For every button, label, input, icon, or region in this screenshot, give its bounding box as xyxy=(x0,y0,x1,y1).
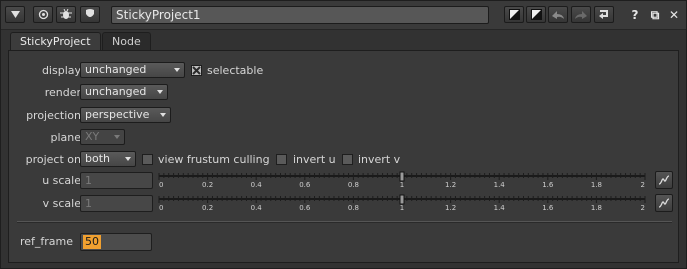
v-scale-slider-tick-label: 1.2 xyxy=(445,204,456,212)
plane-label: plane xyxy=(50,131,81,144)
chevron-down-icon xyxy=(174,68,180,72)
ref-frame-label: ref_frame xyxy=(19,235,73,248)
chevron-down-icon xyxy=(160,113,166,117)
node-name-field[interactable]: StickyProject1 xyxy=(111,6,489,24)
selectable-checkbox[interactable] xyxy=(191,65,202,76)
ref-frame-field[interactable]: 50 xyxy=(80,233,152,251)
display-dropdown[interactable]: unchanged xyxy=(80,62,185,78)
display-value: unchanged xyxy=(85,63,147,76)
chevron-down-icon xyxy=(114,135,120,139)
v-scale-slider-track[interactable]: 0 0.2 0.4 0.6 0.8 1 1.2 1.4 1.6 1.8 2 xyxy=(157,194,649,212)
v-scale-slider-tick-label: 0.6 xyxy=(299,204,311,212)
v-scale-animation-button[interactable] xyxy=(655,194,673,212)
collapse-arrow-icon[interactable] xyxy=(5,6,25,23)
u-scale-field[interactable]: 1 xyxy=(80,172,153,189)
view-frustum-culling-checkbox[interactable] xyxy=(142,154,153,165)
v-scale-slider-tick-label: 0.2 xyxy=(202,204,213,212)
animation-curve-icon xyxy=(658,175,670,185)
tab-stickyproject[interactable]: StickyProject xyxy=(10,32,101,51)
u-scale-slider-tick-label: 0 xyxy=(159,181,163,189)
properties-panel: StickyProject1 ? ⧉ ✕ StickyProject Node … xyxy=(0,0,687,269)
chevron-down-icon xyxy=(157,90,163,94)
u-scale-slider-tick-label: 2 xyxy=(641,181,645,189)
u-scale-slider-tick-label: 1.2 xyxy=(445,181,456,189)
check-icon xyxy=(192,66,201,75)
u-scale-slider-tick-label: 0.6 xyxy=(299,181,311,189)
viewer-circle-icon[interactable] xyxy=(33,6,53,23)
project-on-dropdown[interactable]: both xyxy=(80,151,136,167)
u-scale-slider-tick-label: 1.4 xyxy=(494,181,506,189)
v-scale-label: v scale xyxy=(42,197,81,210)
u-scale-slider[interactable]: 0 0.2 0.4 0.6 0.8 1 1.2 1.4 1.6 1.8 2 xyxy=(157,171,649,189)
section-divider xyxy=(17,221,672,223)
projection-value: perspective xyxy=(85,108,150,121)
u-scale-animation-button[interactable] xyxy=(655,171,673,189)
project-on-label: project on xyxy=(25,153,81,166)
node-color-icon[interactable] xyxy=(80,6,100,23)
invert-u-checkbox[interactable] xyxy=(276,154,287,165)
default-color-icon[interactable] xyxy=(504,6,524,23)
v-scale-field[interactable]: 1 xyxy=(80,195,153,212)
u-scale-slider-tick-label: 0.8 xyxy=(348,181,359,189)
close-icon[interactable]: ✕ xyxy=(665,6,683,24)
invert-u-label: invert u xyxy=(293,153,336,166)
project-on-value: both xyxy=(85,152,110,165)
display-label: display xyxy=(41,64,81,77)
u-scale-slider-tick-label: 1.8 xyxy=(591,181,602,189)
u-scale-slider-track[interactable]: 0 0.2 0.4 0.6 0.8 1 1.2 1.4 1.6 1.8 2 xyxy=(157,171,649,189)
u-scale-slider-tick-label: 1 xyxy=(400,181,404,189)
knob-panel: display unchanged selectable render unch… xyxy=(8,50,679,263)
render-label: render xyxy=(44,86,81,99)
view-frustum-culling-label: view frustum culling xyxy=(158,153,270,166)
projection-label: projection xyxy=(26,109,81,122)
u-scale-slider-handle[interactable] xyxy=(399,171,405,182)
projection-dropdown[interactable]: perspective xyxy=(80,107,171,123)
v-scale-slider[interactable]: 0 0.2 0.4 0.6 0.8 1 1.2 1.4 1.6 1.8 2 xyxy=(157,194,649,212)
v-scale-slider-tick-label: 1.4 xyxy=(494,204,506,212)
invert-v-checkbox[interactable] xyxy=(342,154,353,165)
v-scale-slider-tick-label: 1.6 xyxy=(542,204,554,212)
u-scale-label: u scale xyxy=(42,174,81,187)
tab-node[interactable]: Node xyxy=(102,32,151,50)
v-scale-slider-tick-label: 0.4 xyxy=(251,204,263,212)
v-scale-slider-handle[interactable] xyxy=(399,194,405,205)
u-scale-slider-tick-label: 0.4 xyxy=(251,181,263,189)
selectable-label: selectable xyxy=(207,64,264,77)
v-scale-slider-tick-label: 1 xyxy=(400,204,404,212)
ref-frame-value: 50 xyxy=(83,235,101,249)
undo-icon[interactable] xyxy=(548,6,568,23)
revert-icon[interactable] xyxy=(594,6,614,23)
invert-v-label: invert v xyxy=(358,153,401,166)
help-icon[interactable]: ? xyxy=(626,6,644,24)
redo-icon[interactable] xyxy=(571,6,591,23)
bug-icon[interactable] xyxy=(56,6,76,23)
animation-curve-icon xyxy=(658,198,670,208)
v-scale-slider-tick-label: 0.8 xyxy=(348,204,359,212)
v-scale-slider-tick-label: 1.8 xyxy=(591,204,602,212)
node-color-swatch-icon[interactable] xyxy=(526,6,546,23)
render-dropdown[interactable]: unchanged xyxy=(80,84,168,100)
chevron-down-icon xyxy=(125,157,131,161)
v-scale-slider-tick-label: 0 xyxy=(159,204,163,212)
title-bar: StickyProject1 ? ⧉ ✕ xyxy=(1,1,686,30)
plane-value: XY xyxy=(85,130,100,143)
plane-dropdown: XY xyxy=(80,129,125,145)
float-window-icon[interactable]: ⧉ xyxy=(646,6,664,24)
render-value: unchanged xyxy=(85,85,147,98)
v-scale-slider-tick-label: 2 xyxy=(641,204,645,212)
u-scale-slider-tick-label: 1.6 xyxy=(542,181,554,189)
u-scale-slider-tick-label: 0.2 xyxy=(202,181,213,189)
